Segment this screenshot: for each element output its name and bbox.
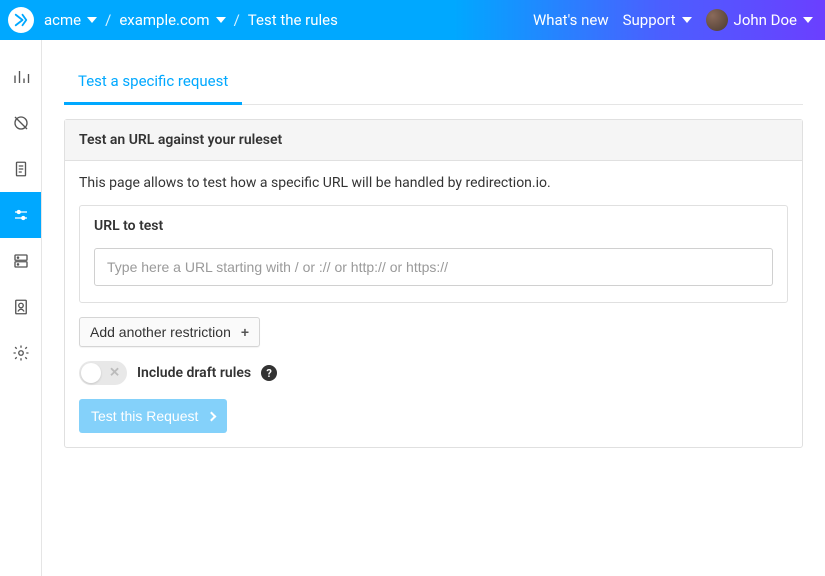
breadcrumb: acme / example.com / Test the rules bbox=[44, 11, 338, 29]
help-icon[interactable]: ? bbox=[261, 365, 277, 381]
url-section: URL to test bbox=[79, 205, 788, 303]
breadcrumb-page: Test the rules bbox=[248, 11, 338, 29]
sidebar-item-rules[interactable] bbox=[0, 146, 41, 192]
header-bar: acme / example.com / Test the rules What… bbox=[0, 0, 825, 40]
support-dropdown[interactable]: Support bbox=[623, 11, 692, 29]
sidebar-item-traffic[interactable] bbox=[0, 100, 41, 146]
include-draft-row: ✕ Include draft rules ? bbox=[79, 361, 788, 385]
badge-icon bbox=[12, 298, 30, 316]
sidebar-item-instances[interactable] bbox=[0, 238, 41, 284]
panel-title: Test an URL against your ruleset bbox=[65, 120, 802, 161]
header-right: What's new Support John Doe bbox=[533, 9, 813, 31]
redirection-logo-icon bbox=[12, 11, 30, 29]
caret-down-icon bbox=[87, 17, 97, 23]
sidebar bbox=[0, 40, 42, 576]
add-restriction-button[interactable]: Add another restriction + bbox=[79, 317, 260, 347]
add-restriction-label: Add another restriction bbox=[90, 324, 231, 340]
avatar-icon bbox=[706, 9, 728, 31]
breadcrumb-project-label: example.com bbox=[119, 11, 209, 29]
breadcrumb-page-label: Test the rules bbox=[248, 11, 338, 29]
document-icon bbox=[12, 160, 30, 178]
support-label: Support bbox=[623, 11, 676, 29]
target-icon bbox=[12, 114, 30, 132]
username-label: John Doe bbox=[734, 11, 797, 29]
caret-down-icon bbox=[216, 17, 226, 23]
breadcrumb-separator: / bbox=[105, 11, 111, 29]
include-draft-toggle[interactable]: ✕ bbox=[79, 361, 127, 385]
server-icon bbox=[12, 252, 30, 270]
breadcrumb-org[interactable]: acme bbox=[44, 11, 97, 29]
plus-icon: + bbox=[241, 324, 249, 340]
panel-intro: This page allows to test how a specific … bbox=[79, 175, 788, 191]
include-draft-label: Include draft rules bbox=[137, 365, 251, 381]
caret-down-icon bbox=[682, 17, 692, 23]
gear-icon bbox=[12, 344, 30, 362]
breadcrumb-project[interactable]: example.com bbox=[119, 11, 225, 29]
caret-down-icon bbox=[803, 17, 813, 23]
test-button-label: Test this Request bbox=[91, 408, 198, 424]
user-menu[interactable]: John Doe bbox=[706, 9, 813, 31]
url-input[interactable] bbox=[94, 248, 773, 286]
sidebar-item-users[interactable] bbox=[0, 284, 41, 330]
tab-test-request[interactable]: Test a specific request bbox=[64, 62, 242, 105]
test-panel: Test an URL against your ruleset This pa… bbox=[64, 119, 803, 448]
breadcrumb-separator: / bbox=[234, 11, 240, 29]
breadcrumb-org-label: acme bbox=[44, 11, 81, 29]
test-request-button[interactable]: Test this Request bbox=[79, 399, 227, 433]
toggle-knob bbox=[81, 363, 101, 383]
tabs: Test a specific request bbox=[64, 62, 803, 105]
sidebar-item-test[interactable] bbox=[0, 192, 41, 238]
main-content: Test a specific request Test an URL agai… bbox=[42, 40, 825, 576]
app-logo[interactable] bbox=[8, 7, 34, 33]
whats-new-link[interactable]: What's new bbox=[533, 11, 609, 29]
url-label: URL to test bbox=[94, 218, 773, 234]
sidebar-item-settings[interactable] bbox=[0, 330, 41, 376]
bar-chart-icon bbox=[12, 68, 30, 86]
toggle-off-icon: ✕ bbox=[109, 367, 120, 380]
sidebar-item-stats[interactable] bbox=[0, 54, 41, 100]
sliders-icon bbox=[12, 206, 30, 224]
chevron-right-icon bbox=[207, 411, 217, 421]
